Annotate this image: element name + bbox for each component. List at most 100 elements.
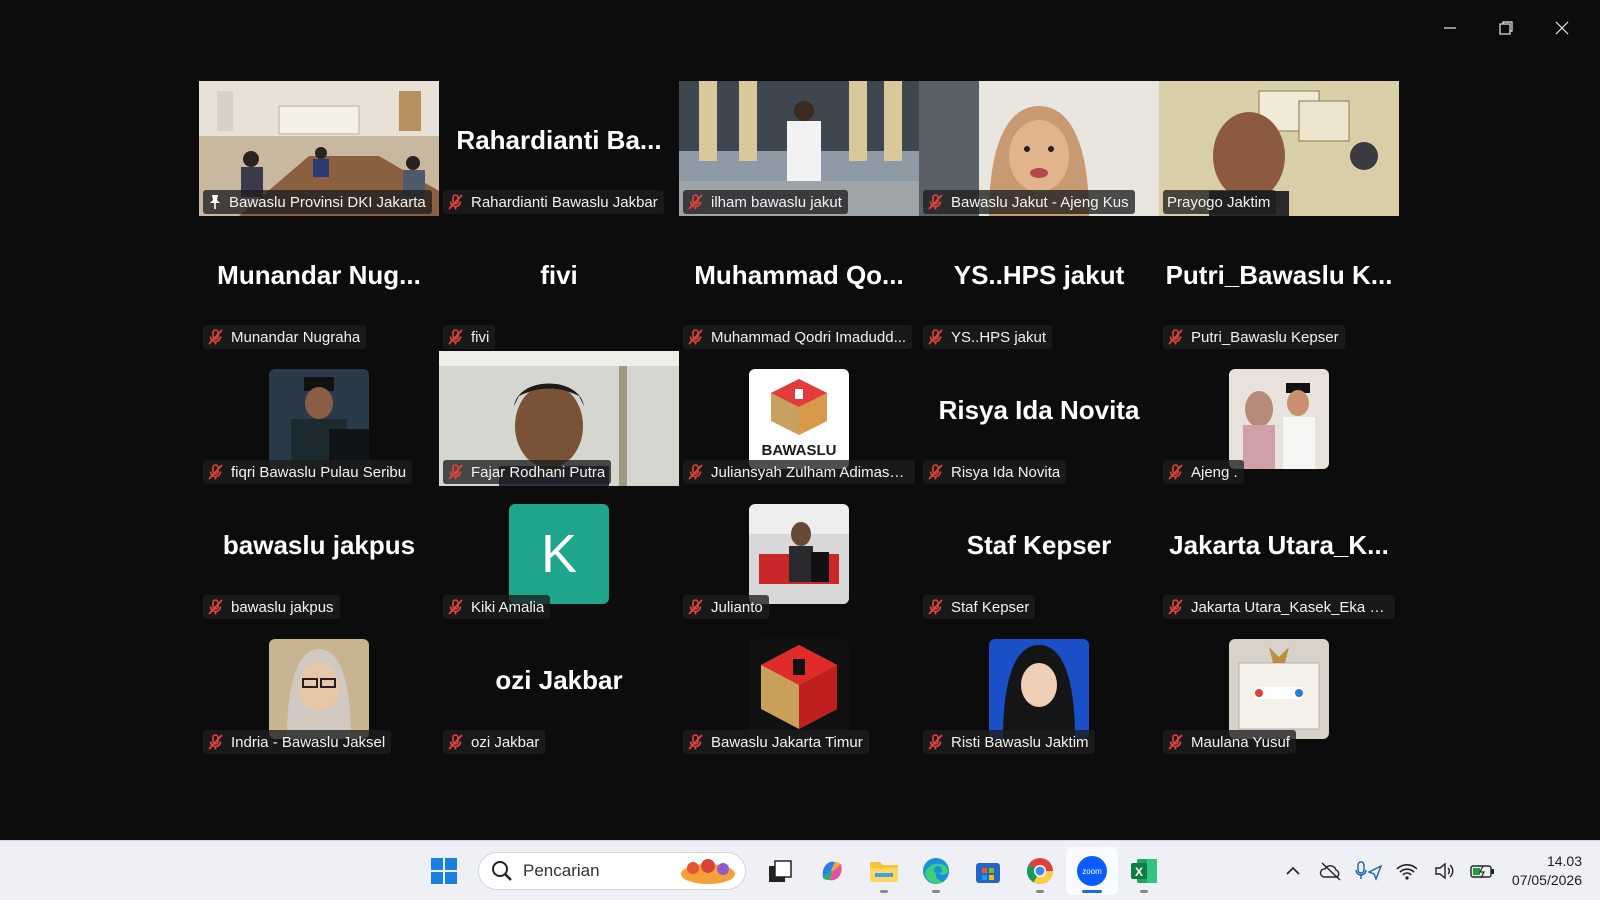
participant-tile[interactable]: Muhammad Qo... Muhammad Qodri Imadudd... xyxy=(679,216,919,351)
participant-name-label: Risya Ida Novita xyxy=(923,460,1067,484)
participant-avatar xyxy=(1229,369,1329,469)
participant-tile[interactable]: Bawaslu Jakut - Ajeng Kus xyxy=(919,81,1159,216)
mic-muted-icon xyxy=(928,194,943,210)
file-explorer-button[interactable] xyxy=(858,847,910,895)
windows-start-icon xyxy=(431,858,457,884)
zoom-icon: zoom xyxy=(1077,856,1107,886)
task-view-button[interactable] xyxy=(754,847,806,895)
onedrive-button[interactable] xyxy=(1312,852,1350,890)
avatar-initial: K xyxy=(540,524,578,584)
mic-muted-icon xyxy=(448,194,463,210)
running-indicator xyxy=(1140,890,1148,893)
system-tray: 14.03 07/05/2026 xyxy=(1274,841,1600,900)
mic-muted-icon xyxy=(1168,329,1183,345)
participant-tile[interactable]: Fajar Rodhani Putra xyxy=(439,351,679,486)
excel-button[interactable]: X xyxy=(1118,847,1170,895)
mic-muted-icon xyxy=(448,464,463,480)
participant-display-name: Munandar Nug... xyxy=(217,260,421,290)
participant-name-label: Maulana Yusuf xyxy=(1163,730,1296,754)
mic-location-button[interactable] xyxy=(1350,852,1388,890)
show-hidden-icons-button[interactable] xyxy=(1274,852,1312,890)
participant-name-label: Fajar Rodhani Putra xyxy=(443,460,612,484)
profile-photo xyxy=(1229,369,1329,469)
store-button[interactable] xyxy=(962,847,1014,895)
profile-photo xyxy=(269,639,369,739)
participant-tile[interactable]: Risti Bawaslu Jaktim xyxy=(919,621,1159,756)
close-button[interactable] xyxy=(1534,12,1590,44)
participant-avatar xyxy=(749,504,849,604)
participant-name-label: Kiki Amalia xyxy=(443,595,551,619)
chrome-button[interactable] xyxy=(1014,847,1066,895)
minimize-icon xyxy=(1444,27,1456,29)
participant-name-label: Staf Kepser xyxy=(923,595,1036,619)
pin-icon xyxy=(210,195,220,209)
copilot-button[interactable] xyxy=(806,847,858,895)
volume-button[interactable] xyxy=(1426,852,1464,890)
participant-name-label: Putri_Bawaslu Kepser xyxy=(1163,325,1345,349)
participant-name: Rahardianti Bawaslu Jakbar xyxy=(471,193,658,211)
participant-tile[interactable]: fiqri Bawaslu Pulau Seribu xyxy=(199,351,439,486)
participant-tile[interactable]: Indria - Bawaslu Jaksel xyxy=(199,621,439,756)
wifi-button[interactable] xyxy=(1388,852,1426,890)
participant-name: Munandar Nugraha xyxy=(231,328,361,346)
mic-muted-icon xyxy=(1168,734,1183,750)
profile-photo xyxy=(269,369,369,469)
participant-name: Bawaslu Provinsi DKI Jakarta xyxy=(229,193,426,211)
volume-icon xyxy=(1435,862,1454,880)
mic-muted-icon xyxy=(928,734,943,750)
participant-tile[interactable]: ozi Jakbar ozi Jakbar xyxy=(439,621,679,756)
participant-tile[interactable]: Ajeng . xyxy=(1159,351,1399,486)
clock[interactable]: 14.03 07/05/2026 xyxy=(1512,852,1582,890)
excel-icon-label: X xyxy=(1135,865,1143,879)
participant-name: Risti Bawaslu Jaktim xyxy=(951,733,1089,751)
running-indicator xyxy=(1082,890,1102,893)
participant-name-label: Muhammad Qodri Imadudd... xyxy=(683,325,913,349)
participant-tile[interactable]: bawaslu jakpus bawaslu jakpus xyxy=(199,486,439,621)
participant-tile[interactable]: YS..HPS jakut YS..HPS jakut xyxy=(919,216,1159,351)
participant-avatar xyxy=(989,639,1089,739)
zoom-icon-label: zoom xyxy=(1082,867,1102,876)
participant-tile[interactable]: Maulana Yusuf xyxy=(1159,621,1399,756)
zoom-button[interactable]: zoom xyxy=(1066,847,1118,895)
participant-tile[interactable]: K Kiki Amalia xyxy=(439,486,679,621)
participant-tile[interactable]: fivi fivi xyxy=(439,216,679,351)
participant-name: fivi xyxy=(471,328,490,346)
participant-name: Fajar Rodhani Putra xyxy=(471,463,606,481)
participant-tile[interactable]: Risya Ida Novita Risya Ida Novita xyxy=(919,351,1159,486)
battery-button[interactable] xyxy=(1464,852,1502,890)
participant-tile[interactable]: Putri_Bawaslu K... Putri_Bawaslu Kepser xyxy=(1159,216,1399,351)
participant-tile[interactable]: Jakarta Utara_K... Jakarta Utara_Kasek_Ek… xyxy=(1159,486,1399,621)
participant-display-name: Risya Ida Novita xyxy=(938,395,1140,425)
window-controls xyxy=(1422,12,1590,44)
participant-avatar: BAWASLU xyxy=(749,369,849,469)
initial-avatar: K xyxy=(509,504,609,604)
participant-name-label: fiqri Bawaslu Pulau Seribu xyxy=(203,460,413,484)
restore-button[interactable] xyxy=(1478,12,1534,44)
participant-name-label: Indria - Bawaslu Jaksel xyxy=(203,730,392,754)
participant-tile[interactable]: Prayogo Jaktim xyxy=(1159,81,1399,216)
participant-tile[interactable]: Munandar Nug... Munandar Nugraha xyxy=(199,216,439,351)
participant-tile[interactable]: Bawaslu Provinsi DKI Jakarta xyxy=(199,81,439,216)
participant-tile[interactable]: Julianto xyxy=(679,486,919,621)
participant-tile[interactable]: Rahardianti Ba... Rahardianti Bawaslu Jak… xyxy=(439,81,679,216)
participant-tile[interactable]: Staf Kepser Staf Kepser xyxy=(919,486,1159,621)
bawaslu-logo xyxy=(749,639,849,739)
wifi-icon xyxy=(1396,864,1418,880)
participant-tile[interactable]: ilham bawaslu jakut xyxy=(679,81,919,216)
participant-tile[interactable]: Bawaslu Jakarta Timur xyxy=(679,621,919,756)
mic-muted-icon xyxy=(688,464,703,480)
taskbar: Pencarian zoom X 14.03 07/05/2026 xyxy=(0,840,1600,900)
start-button[interactable] xyxy=(418,847,470,895)
mic-muted-icon xyxy=(448,329,463,345)
participant-name: Risya Ida Novita xyxy=(951,463,1061,481)
participant-tile[interactable]: BAWASLU Juliansyah Zulham Adimasu... xyxy=(679,351,919,486)
participant-name-label: Jakarta Utara_Kasek_Eka Ka... xyxy=(1163,595,1395,619)
edge-button[interactable] xyxy=(910,847,962,895)
search-icon xyxy=(492,861,512,881)
participant-name: Jakarta Utara_Kasek_Eka Ka... xyxy=(1191,598,1389,616)
search-box[interactable]: Pencarian xyxy=(478,852,746,890)
participant-name-label: ozi Jakbar xyxy=(443,730,546,754)
battery-icon xyxy=(1470,865,1494,879)
minimize-button[interactable] xyxy=(1422,12,1478,44)
participant-name-label: Rahardianti Bawaslu Jakbar xyxy=(443,190,664,214)
